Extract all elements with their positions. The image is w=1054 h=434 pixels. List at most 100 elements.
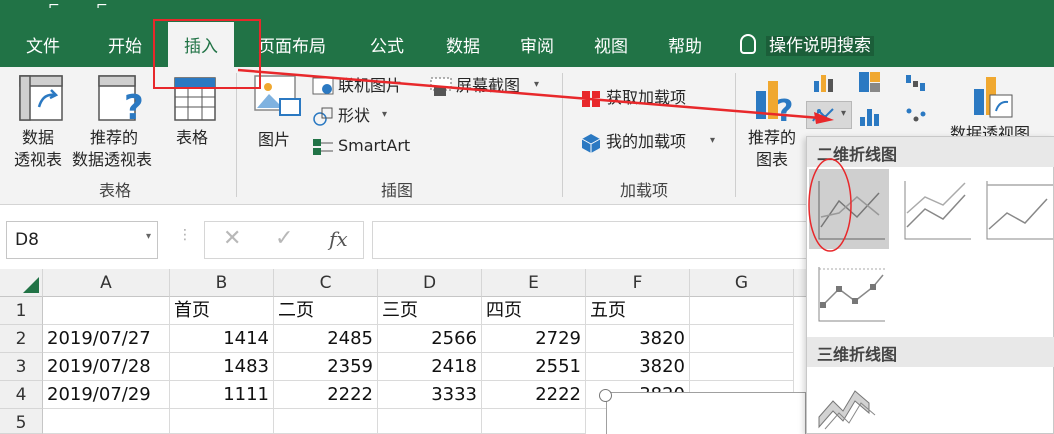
cell-a1[interactable] bbox=[43, 297, 170, 325]
cell-b3[interactable]: 1483 bbox=[170, 353, 274, 381]
cell-e2[interactable]: 2729 bbox=[482, 325, 586, 353]
cell-d3[interactable]: 2418 bbox=[378, 353, 482, 381]
column-header-g[interactable]: G bbox=[690, 269, 794, 297]
cell-f1[interactable]: 五页 bbox=[586, 297, 690, 325]
column-header-e[interactable]: E bbox=[482, 269, 586, 297]
cell-d2[interactable]: 2566 bbox=[378, 325, 482, 353]
pivot-table-label-2: 透视表 bbox=[14, 150, 63, 169]
tell-me-label: 操作说明搜索 bbox=[766, 36, 874, 56]
chevron-down-icon: ▾ bbox=[841, 108, 847, 119]
tab-review[interactable]: 审阅 bbox=[520, 32, 554, 57]
cell-a2[interactable]: 2019/07/27 bbox=[43, 325, 170, 353]
cell-g1[interactable] bbox=[690, 297, 794, 325]
name-box[interactable]: D8 ▾ bbox=[6, 221, 158, 259]
chart-option-3d-line[interactable] bbox=[809, 373, 889, 433]
name-box-value: D8 bbox=[15, 230, 39, 250]
cell-e1[interactable]: 四页 bbox=[482, 297, 586, 325]
tab-file[interactable]: 文件 bbox=[26, 32, 60, 57]
select-all-corner[interactable] bbox=[0, 269, 43, 297]
cell-b2[interactable]: 1414 bbox=[170, 325, 274, 353]
cell-b5[interactable] bbox=[170, 409, 274, 434]
cell-d1[interactable]: 三页 bbox=[378, 297, 482, 325]
cell-f2[interactable]: 3820 bbox=[586, 325, 690, 353]
get-addins-label: 获取加载项 bbox=[606, 88, 687, 107]
shapes-button[interactable]: 形状 ▾ bbox=[312, 105, 392, 129]
recommended-charts-button[interactable]: ? 推荐的 图表 bbox=[744, 73, 808, 173]
online-pictures-label: 联机图片 bbox=[338, 76, 403, 95]
recommended-pivot-button[interactable]: ? 推荐的 数据透视表 bbox=[72, 71, 166, 171]
line-chart-gallery: 二维折线图 三维折线图 bbox=[806, 136, 1054, 434]
column-header-a[interactable]: A bbox=[43, 269, 170, 297]
cell-c1[interactable]: 二页 bbox=[274, 297, 378, 325]
table-label: 表格 bbox=[176, 128, 209, 147]
column-header-b[interactable]: B bbox=[170, 269, 274, 297]
chart-option-line-with-markers[interactable] bbox=[809, 255, 889, 335]
insert-function-icon[interactable]: fx bbox=[329, 227, 348, 251]
online-pictures-button[interactable]: 联机图片 bbox=[312, 75, 422, 99]
chart-object[interactable] bbox=[606, 392, 806, 434]
chart-resize-handle[interactable] bbox=[599, 389, 612, 402]
row-header-2[interactable]: 2 bbox=[0, 325, 43, 353]
cell-a3[interactable]: 2019/07/28 bbox=[43, 353, 170, 381]
cell-d4[interactable]: 3333 bbox=[378, 381, 482, 409]
cell-b4[interactable]: 1111 bbox=[170, 381, 274, 409]
row-header-1[interactable]: 1 bbox=[0, 297, 43, 325]
cell-f3[interactable]: 3820 bbox=[586, 353, 690, 381]
chevron-down-icon[interactable]: ▾ bbox=[146, 231, 151, 242]
column-header-f[interactable]: F bbox=[586, 269, 690, 297]
hierarchy-chart-icon[interactable] bbox=[858, 71, 882, 93]
chart-option-100-stacked-line[interactable] bbox=[977, 169, 1054, 249]
recommended-pivot-label-1: 推荐的 bbox=[90, 128, 139, 147]
chart-option-stacked-line[interactable] bbox=[895, 169, 975, 249]
smartart-label: SmartArt bbox=[338, 136, 411, 155]
pivot-chart-button[interactable]: 数据透视图 bbox=[946, 73, 1054, 143]
tell-me-search[interactable]: 操作说明搜索 bbox=[740, 31, 874, 56]
scatter-chart-icon[interactable] bbox=[904, 105, 928, 127]
tab-help[interactable]: 帮助 bbox=[668, 32, 702, 57]
column-chart-icon[interactable] bbox=[812, 71, 836, 93]
tab-data[interactable]: 数据 bbox=[446, 32, 480, 57]
waterfall-chart-icon[interactable] bbox=[904, 71, 928, 93]
save-icon[interactable]: ⌐ bbox=[48, 0, 60, 14]
tab-home[interactable]: 开始 bbox=[108, 32, 142, 57]
tab-page-layout[interactable]: 页面布局 bbox=[258, 32, 326, 57]
row-header-5[interactable]: 5 bbox=[0, 409, 43, 434]
drag-handle-icon[interactable]: ⋮ bbox=[178, 227, 192, 243]
confirm-icon[interactable]: ✓ bbox=[275, 226, 293, 251]
my-addins-button[interactable]: 我的加载项 ▾ bbox=[580, 131, 720, 155]
statistic-chart-icon[interactable] bbox=[858, 105, 882, 127]
cancel-icon[interactable]: ✕ bbox=[223, 226, 241, 251]
column-header-d[interactable]: D bbox=[378, 269, 482, 297]
pivot-table-icon bbox=[19, 75, 63, 121]
tab-formulas[interactable]: 公式 bbox=[370, 32, 404, 57]
group-label-illustrations: 插图 bbox=[381, 181, 414, 200]
shapes-label: 形状 bbox=[338, 106, 371, 125]
cell-c3[interactable]: 2359 bbox=[274, 353, 378, 381]
smartart-button[interactable]: SmartArt bbox=[312, 135, 422, 159]
cell-b1[interactable]: 首页 bbox=[170, 297, 274, 325]
get-addins-button[interactable]: 获取加载项 bbox=[580, 87, 700, 111]
pivot-table-button[interactable]: 数据 透视表 bbox=[8, 71, 74, 171]
cell-a5[interactable] bbox=[43, 409, 170, 434]
recommended-pivot-icon: ? bbox=[98, 75, 144, 125]
cell-c5[interactable] bbox=[274, 409, 378, 434]
undo-icon[interactable]: ⌐ bbox=[96, 0, 108, 14]
row-header-4[interactable]: 4 bbox=[0, 381, 43, 409]
chart-option-line[interactable] bbox=[809, 169, 889, 249]
cell-g3[interactable] bbox=[690, 353, 794, 381]
tab-view[interactable]: 视图 bbox=[594, 32, 628, 57]
cell-c4[interactable]: 2222 bbox=[274, 381, 378, 409]
cell-e5[interactable] bbox=[482, 409, 586, 434]
cell-c2[interactable]: 2485 bbox=[274, 325, 378, 353]
cell-e4[interactable]: 2222 bbox=[482, 381, 586, 409]
pivot-table-label-1: 数据 bbox=[22, 128, 55, 147]
highlight-insert-tab bbox=[153, 19, 261, 89]
line-chart-dropdown-button[interactable]: ▾ bbox=[806, 101, 852, 129]
screenshot-button[interactable]: 屏幕截图 ▾ bbox=[430, 75, 550, 99]
column-header-c[interactable]: C bbox=[274, 269, 378, 297]
cell-d5[interactable] bbox=[378, 409, 482, 434]
row-header-3[interactable]: 3 bbox=[0, 353, 43, 381]
cell-a4[interactable]: 2019/07/29 bbox=[43, 381, 170, 409]
cell-e3[interactable]: 2551 bbox=[482, 353, 586, 381]
cell-g2[interactable] bbox=[690, 325, 794, 353]
